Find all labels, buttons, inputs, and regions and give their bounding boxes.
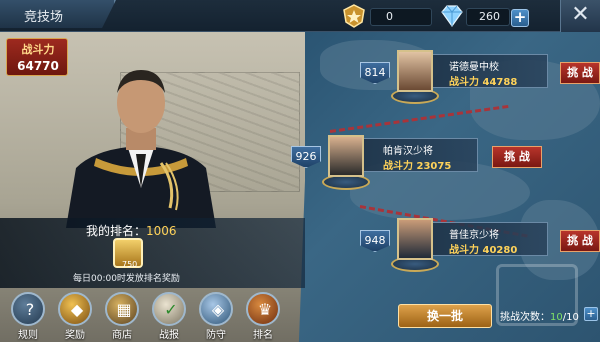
diamond-value: 260 [479, 10, 500, 23]
reward-note: 每日00:00时发放排名奖励 [73, 274, 180, 284]
add-diamond-button[interactable]: + [511, 9, 529, 27]
rank-points-value: 0 [386, 10, 393, 23]
nav-shop[interactable]: ▦ 商店 [102, 292, 142, 342]
my-rank-label: 我的排名： [86, 224, 147, 238]
nav-label: 排名 [253, 330, 273, 341]
attempts-current: 10 [550, 312, 563, 323]
page-title: 竞技场 [24, 10, 64, 25]
nav-defense[interactable]: ◈ 防守 [196, 292, 236, 342]
opponent-name: 帕肯汉少将 [383, 146, 433, 157]
power-value: 64770 [17, 59, 59, 73]
power-label: 战斗力 [21, 43, 55, 56]
nav-rewards[interactable]: ◆ 奖励 [55, 292, 95, 342]
my-rank: 我的排名：1006 [86, 222, 177, 239]
nav-battle-report[interactable]: ✓ 战报 [149, 292, 189, 342]
opponent-portrait [397, 218, 433, 260]
opponent-power: 战斗力 23075 [383, 161, 452, 172]
challenge-button[interactable]: 挑 战 [560, 62, 600, 84]
report-icon: ✓ [152, 292, 186, 326]
opponent-portrait [328, 135, 364, 177]
opponent-card: 帕肯汉少将 战斗力 23075 [350, 138, 478, 172]
opponent-card: 诺德曼中校 战斗力 44788 [420, 54, 548, 88]
attempts-label: 挑战次数： [500, 312, 550, 323]
challenge-button[interactable]: 挑 战 [492, 146, 542, 168]
power-badge: 战斗力 64770 [6, 38, 68, 76]
rank-points-box [370, 8, 432, 26]
shop-icon: ▦ [105, 292, 139, 326]
rank-emblem-icon [342, 4, 366, 28]
challenge-button[interactable]: 挑 战 [560, 230, 600, 252]
opponent-power: 战斗力 40280 [449, 245, 518, 256]
opponent-card: 普佳京少将 战斗力 40280 [420, 222, 548, 256]
add-attempts-button[interactable]: + [584, 307, 598, 321]
nav-label: 规则 [18, 330, 38, 341]
question-icon: ? [11, 292, 45, 326]
diamond-icon [438, 4, 466, 28]
opponent-name: 普佳京少将 [449, 230, 499, 241]
refresh-button[interactable]: 换一批 [398, 304, 492, 328]
admiral-portrait [66, 70, 216, 228]
nav-label: 奖励 [65, 330, 85, 341]
close-button[interactable]: ✕ [560, 0, 600, 32]
opponent-power: 战斗力 44788 [449, 77, 518, 88]
shield-icon: ◈ [199, 292, 233, 326]
nav-label: 战报 [159, 330, 179, 341]
attempts-total: /10 [562, 312, 579, 323]
opponent-portrait [397, 50, 433, 92]
medal-count: 750 [122, 260, 138, 269]
nav-label: 防守 [206, 330, 226, 341]
nav-ranking[interactable]: ♛ 排名 [243, 292, 283, 342]
my-rank-value: 1006 [146, 224, 177, 238]
opponent-name: 诺德曼中校 [449, 62, 499, 73]
attempts-counter: 挑战次数：10/10 [500, 308, 579, 323]
top-bar: 竞技场 0 260 + ✕ [0, 0, 600, 32]
nav-label: 商店 [112, 330, 132, 341]
treasure-icon: ◆ [58, 292, 92, 326]
trophy-icon: ♛ [246, 292, 280, 326]
nav-rules[interactable]: ? 规则 [8, 292, 48, 342]
